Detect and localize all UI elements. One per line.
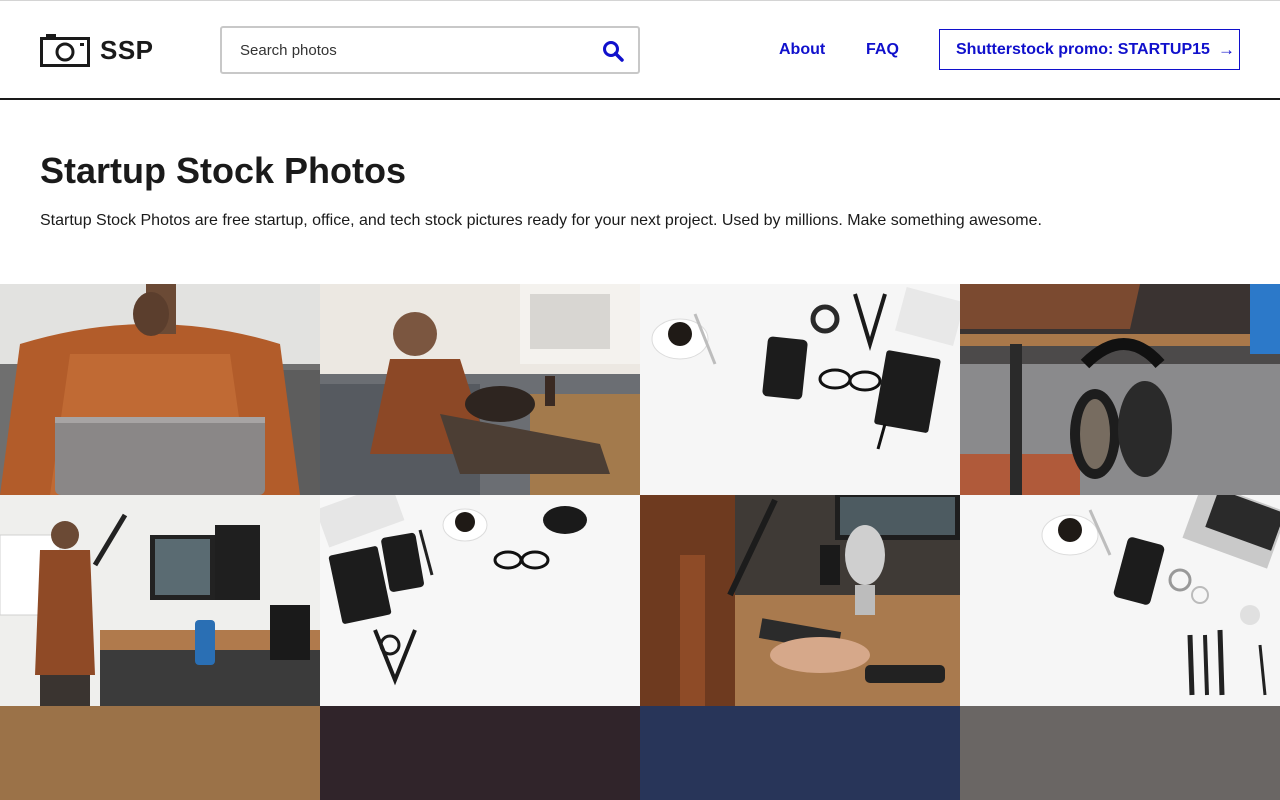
photo-tile[interactable] <box>640 495 960 706</box>
page-description: Startup Stock Photos are free startup, o… <box>40 212 1042 229</box>
search-box <box>220 26 640 74</box>
photo-tile-placeholder[interactable] <box>640 706 960 800</box>
photo-tile-placeholder[interactable] <box>0 706 320 800</box>
arrow-right-icon: → <box>1217 39 1235 59</box>
promo-label: Shutterstock promo: STARTUP15 <box>956 40 1210 58</box>
camera-icon <box>40 33 90 67</box>
photo-tile-placeholder[interactable] <box>960 706 1280 800</box>
nav-faq-link[interactable]: FAQ <box>866 41 899 59</box>
site-header: SSP About FAQ Shutterstock promo: STARTU… <box>0 1 1280 100</box>
photo-tile[interactable] <box>640 284 960 495</box>
logo-text: SSP <box>100 34 154 65</box>
logo-link[interactable]: SSP <box>40 33 154 67</box>
search-input[interactable] <box>222 28 582 72</box>
photo-tile[interactable] <box>0 284 320 495</box>
promo-button[interactable]: Shutterstock promo: STARTUP15 → <box>939 29 1240 70</box>
nav-about-link[interactable]: About <box>779 41 825 59</box>
photo-tile[interactable] <box>960 284 1280 495</box>
photo-tile[interactable] <box>0 495 320 706</box>
page-title: Startup Stock Photos <box>40 150 407 191</box>
photo-tile[interactable] <box>320 284 640 495</box>
photo-tile[interactable] <box>960 495 1280 706</box>
search-icon[interactable] <box>602 40 624 62</box>
photo-tile-placeholder[interactable] <box>320 706 640 800</box>
photo-tile[interactable] <box>320 495 640 706</box>
